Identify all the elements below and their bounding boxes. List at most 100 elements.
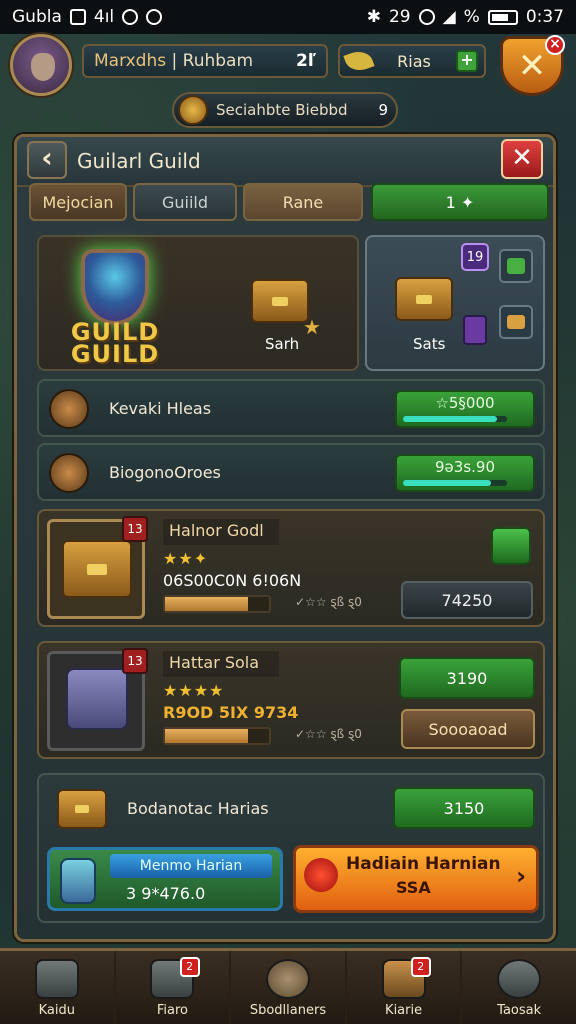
item-count-badge: 13 — [122, 516, 148, 542]
row-label: BiogonoOroes — [109, 463, 221, 482]
carrier-label: Gubla — [12, 7, 62, 27]
item-name: Hattar Sola — [163, 651, 279, 677]
guild-panel: ‹ Guilarl Guild ✕ Mejocian Guiild Rane 1… — [14, 134, 556, 942]
guild-chest-icon[interactable] — [395, 277, 453, 321]
currency-label: Rias — [397, 51, 431, 71]
nav-item-fiaro[interactable]: 2 Fiaro — [116, 951, 232, 1024]
guild-chest-panel: Sats 19 — [365, 235, 545, 371]
treasure-chest-icon[interactable] — [251, 279, 309, 323]
item-tile[interactable]: 13 — [47, 516, 148, 619]
coin-button[interactable] — [499, 305, 533, 339]
upgrade-button[interactable] — [499, 249, 533, 283]
tab-mejocian[interactable]: Mejocian — [29, 183, 127, 221]
nav-item-sbodllaners[interactable]: Sbodllaners — [231, 951, 347, 1024]
back-button[interactable]: ‹ — [27, 141, 67, 179]
potion-icon — [463, 315, 487, 345]
item-card: 13 Hattar Sola ★★★★ R9OD 5IX 9734 ✓☆☆ ȿß… — [37, 641, 545, 759]
nav-label: Sbodllaners — [249, 1003, 327, 1018]
item-progress-text: ✓☆☆ ȿß ȿ0 — [295, 595, 362, 609]
nav-item-kaidu[interactable]: Kaidu — [0, 951, 116, 1024]
blue-button-value: 3 9*476.0 — [126, 884, 206, 903]
nav-label: Fiaro — [156, 1003, 188, 1018]
orange-action-button[interactable]: Hadiain Harnian SSA › — [293, 845, 539, 913]
guild-emblem-text: GUILD GUILD — [70, 318, 160, 368]
player-name-bar[interactable]: Marxdhs | Ruhbam 2ľ — [82, 44, 328, 78]
item-buy-button[interactable]: 3190 — [399, 657, 535, 699]
item-name: Halnor Godl — [163, 519, 279, 545]
event-label: Seciahbte Biebbd — [216, 101, 348, 119]
panel-header: ‹ Guilarl Guild ✕ — [17, 137, 553, 187]
currency-bar: Rias + — [338, 44, 486, 78]
nav-badge: 2 — [410, 957, 431, 977]
guild-reward-panel: GUILD GUILD Sarh ★ — [37, 235, 359, 371]
warrior-icon — [49, 389, 89, 429]
nav-item-kiarie[interactable]: 2 Kiarie — [347, 951, 463, 1024]
close-button[interactable]: ✕ — [501, 139, 543, 179]
bluetooth-icon: ✱ — [366, 7, 381, 27]
event-banner[interactable]: Seciahbte Biebbd 9 — [172, 92, 398, 128]
media-icon — [146, 9, 163, 25]
potion-bottle-icon — [60, 858, 96, 904]
nav-item-taosak[interactable]: Taosak — [462, 951, 576, 1024]
battle-shield-button[interactable]: ✕ × — [500, 35, 565, 96]
bottom-nav: Kaidu 2 Fiaro Sbodllaners 2 Kiarie Taosa… — [0, 948, 576, 1024]
small-chest-icon — [57, 789, 107, 829]
guild-emblem[interactable]: GUILD GUILD — [63, 243, 167, 368]
item-price-button[interactable]: 74250 — [401, 581, 533, 619]
blue-button-label: Menmo Harian — [110, 854, 272, 878]
battery-percent: % — [463, 7, 480, 27]
tab-add[interactable]: 1 ✦ — [371, 183, 549, 221]
nav-label: Taosak — [497, 1003, 542, 1018]
camera-icon — [122, 9, 139, 25]
orange-button-value: SSA — [396, 878, 431, 897]
row-progress-bar — [403, 480, 507, 486]
item-card: 13 Halnor Godl ★★✦ 06S00C0N 6!06N ✓☆☆ ȿß… — [37, 509, 545, 627]
orange-button-label: Hadiain Harnian — [346, 854, 501, 874]
add-currency-button[interactable]: + — [455, 50, 478, 72]
panel-title: Guilarl Guild — [77, 149, 201, 173]
chest2-label: Sats — [413, 335, 446, 353]
item-secondary-button[interactable]: Soooaoad — [401, 709, 535, 749]
nav-label: Kaidu — [38, 1003, 75, 1018]
row-value-button[interactable]: ☆5§000 — [395, 390, 535, 428]
row-label: Kevaki Hleas — [109, 399, 212, 418]
list-item: BiogonoOroes 9ǝ3s.90 — [37, 443, 545, 501]
count-badge: 19 — [461, 243, 489, 271]
star-icon: ★ — [303, 315, 321, 339]
tab-guild[interactable]: Guiild — [133, 183, 237, 221]
bottom-card-value-button[interactable]: 3150 — [393, 787, 535, 829]
avatar-face-icon — [31, 53, 55, 81]
leaf-currency-icon — [343, 47, 375, 75]
item-stars: ★★✦ — [163, 549, 209, 568]
claim-check-button[interactable] — [491, 527, 531, 565]
alarm-icon — [418, 9, 435, 25]
item-progress-bar — [163, 727, 271, 745]
player-level: 2ľ — [296, 51, 316, 71]
row-value: ☆5§000 — [435, 394, 495, 412]
crossed-swords-icon: ✕ — [517, 46, 547, 86]
golden-chest-icon — [62, 540, 132, 598]
player-avatar[interactable] — [10, 34, 72, 96]
item-tile[interactable]: 13 — [47, 648, 148, 751]
guild-shield-icon — [81, 249, 149, 325]
armor-chest-icon — [66, 668, 128, 730]
bomb-icon — [49, 453, 89, 493]
bottom-card-label: Bodanotac Harias — [127, 799, 269, 818]
item-progress-text: ✓☆☆ ȿß ȿ0 — [295, 727, 362, 741]
green-arrow-icon — [507, 258, 525, 274]
player-clan: Ruhbam — [182, 51, 254, 71]
event-medal-icon — [178, 95, 208, 125]
row-value: 9ǝ3s.90 — [435, 458, 495, 476]
item-stars: ★★★★ — [163, 681, 225, 700]
tab-rane[interactable]: Rane — [243, 183, 363, 221]
house-icon — [34, 959, 79, 999]
chevron-right-icon: › — [516, 862, 526, 890]
blue-action-button[interactable]: Menmo Harian 3 9*476.0 — [47, 847, 283, 911]
item-stats: R9OD 5IX 9734 — [163, 703, 299, 722]
wifi-icon: ◢ — [442, 7, 456, 27]
row-value-button[interactable]: 9ǝ3s.90 — [395, 454, 535, 492]
player-name: Marxdhs — [94, 51, 167, 71]
notification-icon — [69, 9, 86, 25]
alert-badge-icon: × — [545, 35, 565, 55]
clock: 0:37 — [525, 7, 564, 27]
